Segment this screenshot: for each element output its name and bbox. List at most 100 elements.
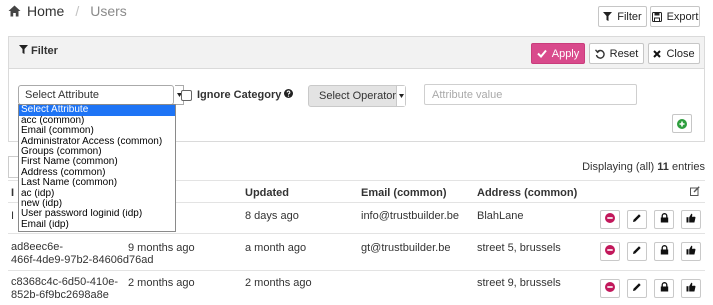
- home-icon[interactable]: [8, 5, 21, 17]
- apply-button[interactable]: Apply: [531, 43, 585, 64]
- column-header-address[interactable]: Address (common): [477, 187, 577, 199]
- attribute-option[interactable]: Administrator Access (common): [19, 137, 175, 147]
- approve-user-button[interactable]: [681, 210, 701, 229]
- lock-icon: [660, 245, 669, 258]
- row-actions: [600, 279, 701, 298]
- entries-count-prefix: Displaying (all): [582, 161, 655, 173]
- ignore-category-text: Ignore Category: [197, 89, 282, 101]
- edit-columns-icon[interactable]: [690, 186, 700, 199]
- attribute-value-input[interactable]: [424, 84, 637, 105]
- row-divider: [8, 270, 705, 271]
- pencil-icon: [632, 245, 642, 258]
- edit-user-button[interactable]: [627, 210, 647, 229]
- apply-button-label: Apply: [551, 47, 580, 60]
- filter-button-label: Filter: [617, 10, 642, 23]
- approve-user-button[interactable]: [681, 279, 701, 298]
- operator-select-value: Select Operator: [319, 90, 397, 102]
- chevron-down-icon: [396, 86, 405, 106]
- row-updated: 2 months ago: [245, 277, 312, 289]
- attribute-option[interactable]: Email (idp): [19, 220, 175, 230]
- reset-icon: [594, 48, 605, 59]
- entries-count-suffix: entries: [671, 161, 705, 173]
- filter-icon: [19, 45, 28, 57]
- row-id[interactable]: I: [11, 210, 14, 222]
- row-updated: 8 days ago: [245, 210, 299, 222]
- thumbs-up-icon: [686, 213, 696, 226]
- row-id[interactable]: c8368c4c-6d50-410e- 852b-6f9bc2698a8e: [11, 276, 118, 302]
- attribute-select[interactable]: Select Attribute: [18, 85, 174, 105]
- ignore-category-checkbox[interactable]: [181, 90, 192, 101]
- remove-icon: [605, 282, 615, 295]
- row-id-line1: c8368c4c-6d50-410e-: [11, 276, 119, 288]
- lock-user-button[interactable]: [654, 210, 674, 229]
- ignore-category-label: Ignore Category: [197, 89, 294, 101]
- attribute-option[interactable]: acc (common): [19, 116, 175, 126]
- filter-panel-title: Filter: [19, 45, 58, 57]
- remove-user-button[interactable]: [600, 210, 620, 229]
- row-divider: [8, 233, 705, 234]
- close-button-label: Close: [666, 47, 695, 60]
- edit-user-button[interactable]: [627, 279, 647, 298]
- attribute-option[interactable]: First Name (common): [19, 157, 175, 167]
- lock-icon: [660, 282, 669, 295]
- breadcrumb-current: Users: [90, 3, 127, 19]
- reset-button[interactable]: Reset: [589, 43, 644, 64]
- row-address: street 5, brussels: [477, 242, 561, 254]
- filter-icon: [603, 12, 613, 21]
- reset-button-label: Reset: [609, 47, 639, 60]
- breadcrumb-home[interactable]: Home: [27, 3, 64, 19]
- table-settings-button[interactable]: [8, 156, 18, 178]
- entries-count: Displaying (all) 11 entries: [582, 161, 705, 173]
- attribute-option[interactable]: ac (idp): [19, 189, 175, 199]
- remove-user-button[interactable]: [600, 279, 620, 298]
- column-header-updated[interactable]: Updated: [245, 187, 289, 199]
- row-id-line2: 466f-4de9-97b2-84606d76ad: [11, 254, 154, 266]
- row-id-line2: 852b-6f9bc2698a8e: [11, 289, 109, 301]
- close-icon: [653, 49, 662, 58]
- entries-count-number: 11: [657, 161, 669, 173]
- add-condition-button[interactable]: [672, 114, 692, 133]
- save-icon: [651, 11, 662, 22]
- filter-panel-title-text: Filter: [31, 45, 58, 57]
- approve-user-button[interactable]: [681, 242, 701, 261]
- close-button[interactable]: Close: [648, 43, 700, 64]
- thumbs-up-icon: [686, 282, 696, 295]
- row-email: gt@trustbuilder.be: [361, 242, 451, 254]
- row-created: 2 months ago: [128, 277, 195, 289]
- row-address: street 9, brussels: [477, 277, 561, 289]
- lock-user-button[interactable]: [654, 242, 674, 261]
- attribute-option[interactable]: Last Name (common): [19, 178, 175, 188]
- attribute-option[interactable]: Select Attribute: [19, 105, 175, 116]
- filter-button[interactable]: Filter: [598, 6, 647, 27]
- thumbs-up-icon: [686, 245, 696, 258]
- remove-icon: [605, 245, 615, 258]
- remove-icon: [605, 213, 615, 226]
- question-icon[interactable]: [284, 89, 294, 101]
- attribute-dropdown-list: Select Attribute acc (common) Email (com…: [18, 104, 176, 232]
- lock-user-button[interactable]: [654, 279, 674, 298]
- row-address: BlahLane: [477, 210, 524, 222]
- lock-icon: [660, 213, 669, 226]
- edit-user-button[interactable]: [627, 242, 647, 261]
- operator-select[interactable]: Select Operator: [308, 85, 406, 107]
- row-actions: [600, 242, 701, 261]
- breadcrumb-separator: /: [75, 3, 80, 19]
- row-email: info@trustbuilder.be: [361, 210, 460, 222]
- remove-user-button[interactable]: [600, 242, 620, 261]
- row-created: 9 months ago: [128, 242, 195, 254]
- column-header-id[interactable]: I: [11, 187, 14, 199]
- pencil-icon: [632, 213, 642, 226]
- attribute-option[interactable]: User password loginid (idp): [19, 209, 175, 219]
- attribute-option[interactable]: Groups (common): [19, 147, 175, 157]
- check-icon: [537, 49, 547, 58]
- row-updated: a month ago: [245, 242, 307, 254]
- plus-icon: [677, 118, 687, 129]
- attribute-option[interactable]: Email (common): [19, 126, 175, 136]
- attribute-option[interactable]: Address (common): [19, 168, 175, 178]
- breadcrumb: Home / Users: [8, 3, 127, 19]
- pencil-icon: [632, 282, 642, 295]
- attribute-option[interactable]: new (idp): [19, 199, 175, 209]
- export-button[interactable]: Export: [650, 6, 700, 27]
- column-header-email[interactable]: Email (common): [361, 187, 447, 199]
- row-actions: [600, 210, 701, 229]
